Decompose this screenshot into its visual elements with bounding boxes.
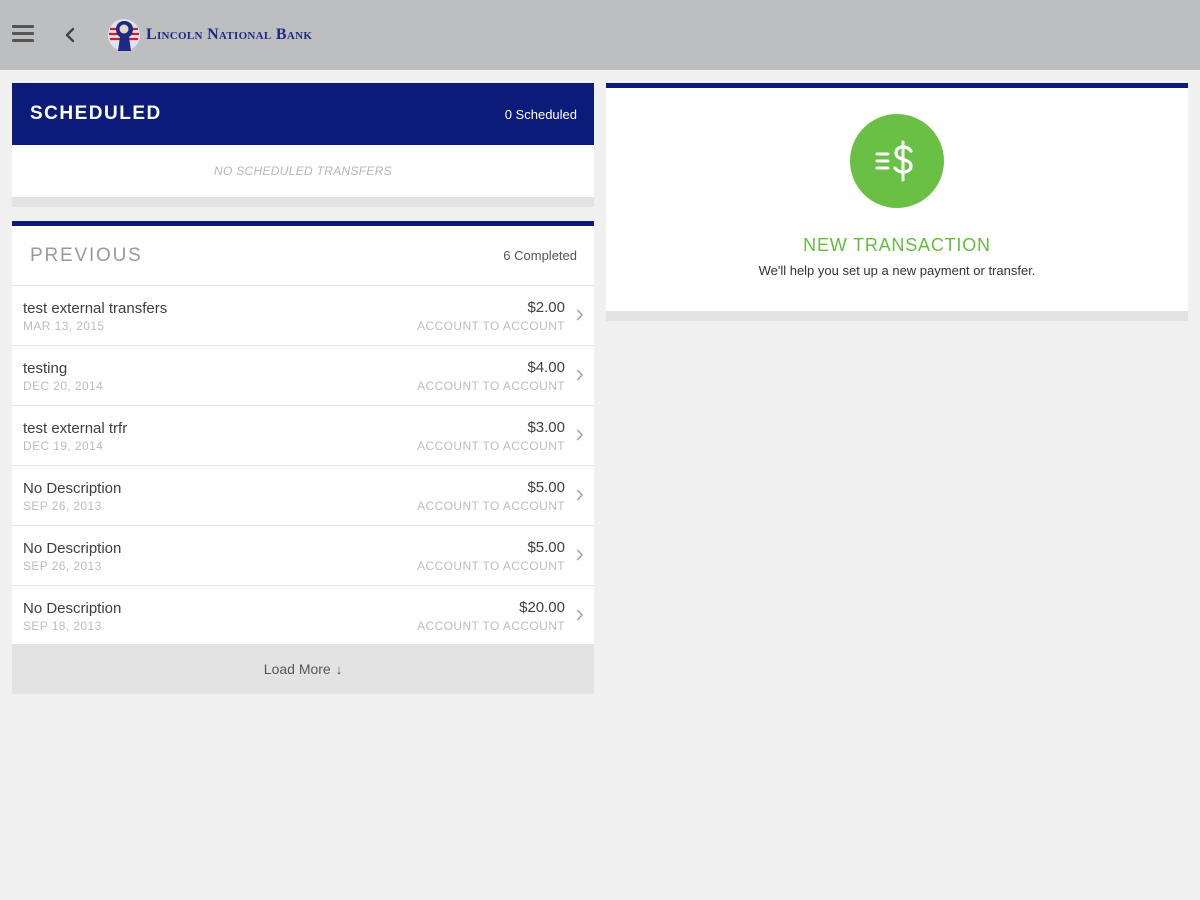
transaction-type: ACCOUNT TO ACCOUNT bbox=[417, 559, 565, 573]
transaction-amount: $5.00 bbox=[527, 539, 565, 556]
transaction-date: DEC 19, 2014 bbox=[23, 439, 104, 453]
transaction-row[interactable]: No Description SEP 26, 2013 $5.00 ACCOUN… bbox=[12, 466, 594, 526]
transaction-amount: $20.00 bbox=[519, 599, 565, 616]
previous-card: PREVIOUS 6 Completed test external trans… bbox=[12, 221, 594, 694]
new-transaction-subtitle: We'll help you set up a new payment or t… bbox=[758, 263, 1036, 278]
previous-count: 6 Completed bbox=[503, 248, 577, 263]
new-transaction-card[interactable]: NEW TRANSACTION We'll help you set up a … bbox=[606, 83, 1188, 321]
scheduled-card: SCHEDULED 0 Scheduled NO SCHEDULED TRANS… bbox=[12, 83, 594, 207]
transaction-type: ACCOUNT TO ACCOUNT bbox=[417, 619, 565, 633]
transaction-amount: $4.00 bbox=[527, 359, 565, 376]
chevron-right-icon bbox=[576, 489, 583, 501]
card-footer-strip bbox=[606, 311, 1188, 321]
scheduled-header: SCHEDULED 0 Scheduled bbox=[12, 83, 594, 145]
transaction-row[interactable]: No Description SEP 18, 2013 $20.00 ACCOU… bbox=[12, 586, 594, 646]
scheduled-title: SCHEDULED bbox=[30, 103, 162, 124]
transaction-description: test external trfr bbox=[23, 420, 128, 437]
transaction-type: ACCOUNT TO ACCOUNT bbox=[417, 379, 565, 393]
load-more-button[interactable]: Load More ↓ bbox=[12, 644, 594, 694]
chevron-right-icon bbox=[576, 609, 583, 621]
bank-logo[interactable]: Lincoln National Bank bbox=[107, 16, 312, 54]
transaction-date: MAR 13, 2015 bbox=[23, 319, 105, 333]
transaction-row[interactable]: test external transfers MAR 13, 2015 $2.… bbox=[12, 286, 594, 346]
previous-title: PREVIOUS bbox=[30, 244, 143, 266]
dollar-transfer-icon bbox=[875, 140, 913, 182]
new-transaction-button[interactable] bbox=[850, 114, 944, 208]
transaction-description: No Description bbox=[23, 600, 122, 617]
back-chevron-icon[interactable] bbox=[60, 22, 82, 48]
top-app-bar: Lincoln National Bank bbox=[0, 0, 1200, 70]
new-transaction-title[interactable]: NEW TRANSACTION bbox=[606, 235, 1188, 256]
new-transaction-accent-bar bbox=[606, 83, 1188, 88]
chevron-right-icon bbox=[576, 429, 583, 441]
transaction-description: testing bbox=[23, 360, 68, 377]
scheduled-count: 0 Scheduled bbox=[504, 106, 577, 122]
transaction-type: ACCOUNT TO ACCOUNT bbox=[417, 319, 565, 333]
chevron-right-icon bbox=[576, 309, 583, 321]
transaction-date: SEP 26, 2013 bbox=[23, 499, 102, 513]
transaction-amount: $2.00 bbox=[527, 299, 565, 316]
transaction-amount: $3.00 bbox=[527, 419, 565, 436]
transaction-date: SEP 18, 2013 bbox=[23, 619, 102, 633]
menu-icon[interactable] bbox=[12, 25, 36, 45]
transaction-row[interactable]: testing DEC 20, 2014 $4.00 ACCOUNT TO AC… bbox=[12, 346, 594, 406]
transaction-description: No Description bbox=[23, 540, 122, 557]
transaction-description: No Description bbox=[23, 480, 122, 497]
chevron-right-icon bbox=[576, 549, 583, 561]
chevron-right-icon bbox=[576, 369, 583, 381]
transaction-description: test external transfers bbox=[23, 300, 168, 317]
scheduled-empty-message: NO SCHEDULED TRANSFERS bbox=[214, 164, 392, 178]
transaction-row[interactable]: No Description SEP 26, 2013 $5.00 ACCOUN… bbox=[12, 526, 594, 586]
arrow-down-icon: ↓ bbox=[335, 661, 343, 677]
transaction-row[interactable]: test external trfr DEC 19, 2014 $3.00 AC… bbox=[12, 406, 594, 466]
transaction-amount: $5.00 bbox=[527, 479, 565, 496]
brand-name: Lincoln National Bank bbox=[146, 26, 313, 43]
transaction-list: test external transfers MAR 13, 2015 $2.… bbox=[12, 286, 594, 646]
card-footer-strip bbox=[12, 197, 594, 207]
load-more-label: Load More bbox=[263, 661, 331, 677]
lincoln-portrait-logo-icon bbox=[108, 19, 140, 51]
previous-header: PREVIOUS 6 Completed bbox=[12, 226, 594, 286]
transaction-date: SEP 26, 2013 bbox=[23, 559, 102, 573]
transaction-type: ACCOUNT TO ACCOUNT bbox=[417, 499, 565, 513]
transaction-date: DEC 20, 2014 bbox=[23, 379, 104, 393]
transaction-type: ACCOUNT TO ACCOUNT bbox=[417, 439, 565, 453]
